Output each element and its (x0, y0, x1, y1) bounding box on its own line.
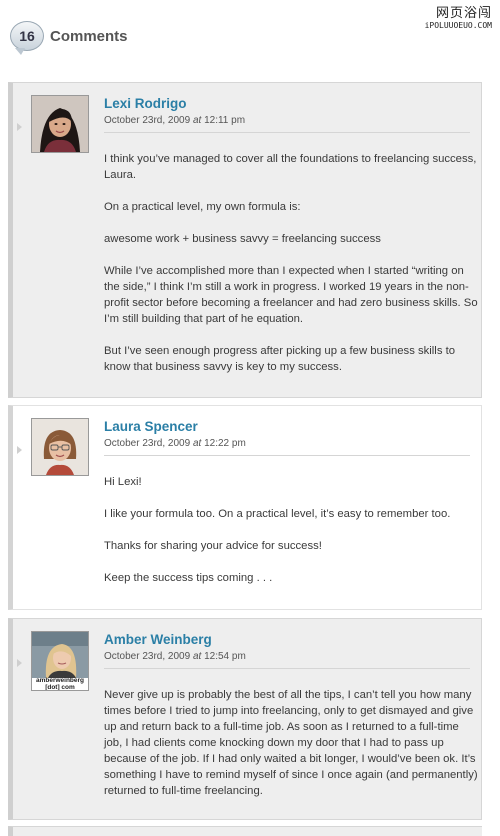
comment-author-name[interactable]: Laura Spencer (104, 419, 198, 434)
comment-paragraph: awesome work + business savvy = freelanc… (104, 233, 381, 245)
comment-pointer-icon (17, 659, 22, 667)
avatar[interactable] (31, 418, 89, 476)
comment-amber-weinberg: amberweinberg [dot] com Amber Weinberg O… (8, 618, 482, 820)
comment-pointer-icon (17, 123, 22, 131)
comment-paragraph: Keep the success tips coming . . . (104, 572, 273, 584)
comment-date: October 23rd, 2009 (104, 115, 191, 126)
comment-time: 12:54 pm (204, 651, 246, 662)
comment-author-name[interactable]: Lexi Rodrigo (104, 96, 187, 111)
comment-paragraph: But I’ve seen enough progress after pick… (104, 345, 456, 373)
comment-paragraph: Thanks for sharing your advice for succe… (104, 540, 322, 552)
comment-time: 12:11 pm (204, 115, 246, 126)
avatar-caption: amberweinberg [dot] com (35, 677, 85, 691)
comment-at: at (192, 438, 202, 449)
watermark-site-url: iPOLUUOEUO.COM (424, 21, 492, 30)
comment-body: I think you’ve managed to cover all the … (104, 151, 479, 375)
comment-timestamp[interactable]: October 23rd, 2009 at 12:11 pm (104, 115, 470, 133)
comments-title: Comments (50, 27, 128, 45)
comment-date: October 23rd, 2009 (104, 438, 191, 449)
comment-timestamp[interactable]: October 23rd, 2009 at 12:54 pm (104, 651, 470, 669)
next-comment-edge (8, 826, 482, 836)
watermark: 网页浴闯 iPOLUUOEUO.COM (425, 6, 492, 30)
comment-body: Hi Lexi! I like your formula too. On a p… (104, 474, 479, 586)
comment-count-bubble-icon: 16 (10, 21, 44, 55)
comment-timestamp[interactable]: October 23rd, 2009 at 12:22 pm (104, 438, 470, 456)
watermark-site-name: 网页浴闯 (435, 6, 492, 21)
avatar-woman-dark-hair-icon (32, 96, 88, 152)
comment-paragraph: Hi Lexi! (104, 476, 142, 488)
comment-at: at (192, 651, 202, 662)
comment-paragraph: While I’ve accomplished more than I expe… (104, 265, 478, 325)
comment-paragraph: Never give up is probably the best of al… (104, 689, 478, 797)
comment-pointer-icon (17, 446, 22, 454)
comment-author-name[interactable]: Amber Weinberg (104, 632, 212, 647)
avatar-woman-blonde-icon (32, 632, 88, 678)
comments-header: 16 Comments (10, 20, 128, 55)
comment-laura-spencer: Laura Spencer October 23rd, 2009 at 12:2… (8, 405, 482, 610)
comment-count: 16 (19, 28, 35, 44)
comment-paragraph: I think you’ve managed to cover all the … (104, 153, 477, 181)
comment-date: October 23rd, 2009 (104, 651, 191, 662)
comment-lexi-rodrigo: Lexi Rodrigo October 23rd, 2009 at 12:11… (8, 82, 482, 398)
avatar-woman-glasses-icon (32, 419, 88, 475)
comment-at: at (192, 115, 202, 126)
avatar[interactable]: amberweinberg [dot] com (31, 631, 89, 691)
avatar[interactable] (31, 95, 89, 153)
comment-time: 12:22 pm (204, 438, 246, 449)
comment-paragraph: I like your formula too. On a practical … (104, 508, 451, 520)
comment-body: Never give up is probably the best of al… (104, 687, 479, 799)
comment-paragraph: On a practical level, my own formula is: (104, 201, 301, 213)
